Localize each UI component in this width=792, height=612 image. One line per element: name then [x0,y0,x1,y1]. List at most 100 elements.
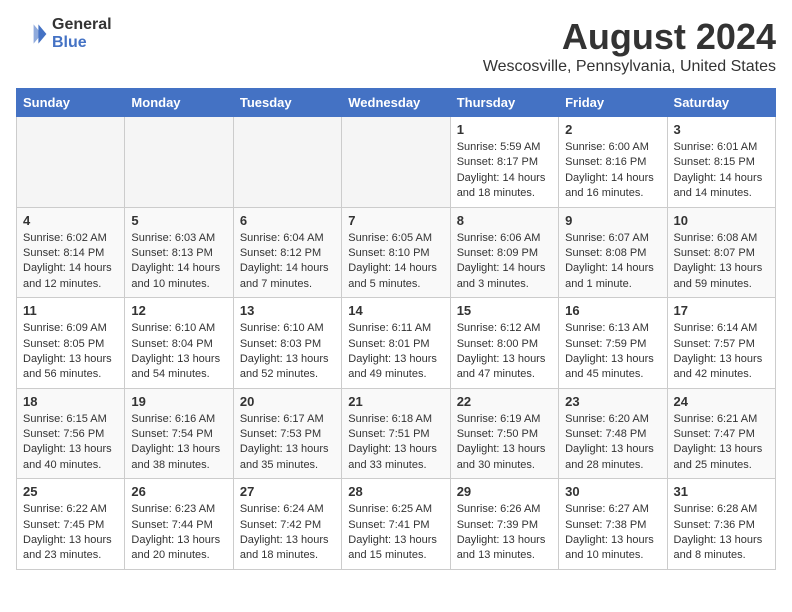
weekday-header-tuesday: Tuesday [233,89,341,117]
day-number: 17 [674,303,769,318]
calendar-cell: 10Sunrise: 6:08 AMSunset: 8:07 PMDayligh… [667,207,775,298]
day-number: 19 [131,394,226,409]
cell-info: Sunrise: 6:22 AMSunset: 7:45 PMDaylight:… [23,502,118,564]
logo-blue: Blue [52,34,112,52]
calendar-cell: 26 Sunrise: 6:23 AMSunset: 7:44 PMDayligh… [125,479,233,570]
day-number: 2 [565,122,660,137]
day-number: 3 [674,122,769,137]
cell-info: Sunrise: 6:17 AMSunset: 7:53 PMDaylight:… [240,412,335,474]
day-number: 8 [457,213,552,228]
calendar-cell: 5 Sunrise: 6:03 AMSunset: 8:13 PMDaylight… [125,207,233,298]
day-number: 23 [565,394,660,409]
calendar-week-row: 1 Sunrise: 5:59 AMSunset: 8:17 PMDaylight… [17,117,776,208]
cell-info: Sunrise: 6:11 AMSunset: 8:01 PMDaylight:… [348,321,443,383]
day-number: 28 [348,484,443,499]
logo: General Blue [16,16,112,51]
calendar-cell: 11 Sunrise: 6:09 AMSunset: 8:05 PMDayligh… [17,298,125,389]
logo-general: General [52,16,112,34]
calendar-week-row: 11 Sunrise: 6:09 AMSunset: 8:05 PMDayligh… [17,298,776,389]
calendar-cell: 31Sunrise: 6:28 AMSunset: 7:36 PMDayligh… [667,479,775,570]
cell-info: Sunrise: 6:24 AMSunset: 7:42 PMDaylight:… [240,502,335,564]
day-number: 22 [457,394,552,409]
cell-info: Sunrise: 6:23 AMSunset: 7:44 PMDaylight:… [131,502,226,564]
calendar-cell [342,117,450,208]
calendar-cell: 28 Sunrise: 6:25 AMSunset: 7:41 PMDayligh… [342,479,450,570]
cell-info: Sunrise: 6:20 AMSunset: 7:48 PMDaylight:… [565,412,660,474]
day-number: 14 [348,303,443,318]
day-number: 25 [23,484,118,499]
calendar-cell: 22 Sunrise: 6:19 AMSunset: 7:50 PMDayligh… [450,388,558,479]
calendar-cell: 4Sunrise: 6:02 AMSunset: 8:14 PMDaylight… [17,207,125,298]
cell-info: Sunrise: 6:14 AMSunset: 7:57 PMDaylight:… [674,321,769,383]
day-number: 30 [565,484,660,499]
cell-info: Sunrise: 5:59 AMSunset: 8:17 PMDaylight:… [457,140,552,202]
calendar-cell: 24 Sunrise: 6:21 AMSunset: 7:47 PMDayligh… [667,388,775,479]
page-header: General Blue August 2024 Wescosville, Pe… [16,16,776,76]
day-number: 29 [457,484,552,499]
calendar-cell: 17 Sunrise: 6:14 AMSunset: 7:57 PMDayligh… [667,298,775,389]
weekday-header-sunday: Sunday [17,89,125,117]
day-number: 24 [674,394,769,409]
cell-info: Sunrise: 6:25 AMSunset: 7:41 PMDaylight:… [348,502,443,564]
cell-info: Sunrise: 6:07 AMSunset: 8:08 PMDaylight:… [565,231,660,293]
cell-info: Sunrise: 6:10 AMSunset: 8:04 PMDaylight:… [131,321,226,383]
calendar-cell: 9Sunrise: 6:07 AMSunset: 8:08 PMDaylight… [559,207,667,298]
cell-info: Sunrise: 6:02 AMSunset: 8:14 PMDaylight:… [23,231,118,293]
day-number: 18 [23,394,118,409]
cell-info: Sunrise: 6:08 AMSunset: 8:07 PMDaylight:… [674,231,769,293]
cell-info: Sunrise: 6:05 AMSunset: 8:10 PMDaylight:… [348,231,443,293]
calendar-cell: 27Sunrise: 6:24 AMSunset: 7:42 PMDayligh… [233,479,341,570]
weekday-header-friday: Friday [559,89,667,117]
calendar-cell: 25 Sunrise: 6:22 AMSunset: 7:45 PMDayligh… [17,479,125,570]
calendar-week-row: 4Sunrise: 6:02 AMSunset: 8:14 PMDaylight… [17,207,776,298]
cell-info: Sunrise: 6:06 AMSunset: 8:09 PMDaylight:… [457,231,552,293]
day-number: 26 [131,484,226,499]
location-subtitle: Wescosville, Pennsylvania, United States [483,58,776,76]
day-number: 12 [131,303,226,318]
day-number: 15 [457,303,552,318]
cell-info: Sunrise: 6:12 AMSunset: 8:00 PMDaylight:… [457,321,552,383]
calendar-cell: 29Sunrise: 6:26 AMSunset: 7:39 PMDayligh… [450,479,558,570]
calendar-cell: 14 Sunrise: 6:11 AMSunset: 8:01 PMDayligh… [342,298,450,389]
day-number: 20 [240,394,335,409]
calendar-cell: 23 Sunrise: 6:20 AMSunset: 7:48 PMDayligh… [559,388,667,479]
day-number: 11 [23,303,118,318]
weekday-header-thursday: Thursday [450,89,558,117]
day-number: 13 [240,303,335,318]
cell-info: Sunrise: 6:21 AMSunset: 7:47 PMDaylight:… [674,412,769,474]
weekday-header-saturday: Saturday [667,89,775,117]
logo-icon [16,18,48,50]
cell-info: Sunrise: 6:10 AMSunset: 8:03 PMDaylight:… [240,321,335,383]
cell-info: Sunrise: 6:16 AMSunset: 7:54 PMDaylight:… [131,412,226,474]
calendar-cell: 7Sunrise: 6:05 AMSunset: 8:10 PMDaylight… [342,207,450,298]
calendar-cell: 1 Sunrise: 5:59 AMSunset: 8:17 PMDaylight… [450,117,558,208]
calendar-table: SundayMondayTuesdayWednesdayThursdayFrid… [16,88,776,570]
weekday-header-row: SundayMondayTuesdayWednesdayThursdayFrid… [17,89,776,117]
cell-info: Sunrise: 6:00 AMSunset: 8:16 PMDaylight:… [565,140,660,202]
month-year-title: August 2024 [483,16,776,58]
cell-info: Sunrise: 6:03 AMSunset: 8:13 PMDaylight:… [131,231,226,293]
cell-info: Sunrise: 6:04 AMSunset: 8:12 PMDaylight:… [240,231,335,293]
calendar-cell: 3 Sunrise: 6:01 AMSunset: 8:15 PMDaylight… [667,117,775,208]
calendar-week-row: 18 Sunrise: 6:15 AMSunset: 7:56 PMDayligh… [17,388,776,479]
day-number: 6 [240,213,335,228]
calendar-cell: 19 Sunrise: 6:16 AMSunset: 7:54 PMDayligh… [125,388,233,479]
calendar-cell [125,117,233,208]
cell-info: Sunrise: 6:15 AMSunset: 7:56 PMDaylight:… [23,412,118,474]
calendar-cell: 30Sunrise: 6:27 AMSunset: 7:38 PMDayligh… [559,479,667,570]
cell-info: Sunrise: 6:18 AMSunset: 7:51 PMDaylight:… [348,412,443,474]
cell-info: Sunrise: 6:13 AMSunset: 7:59 PMDaylight:… [565,321,660,383]
calendar-week-row: 25 Sunrise: 6:22 AMSunset: 7:45 PMDayligh… [17,479,776,570]
calendar-cell: 20 Sunrise: 6:17 AMSunset: 7:53 PMDayligh… [233,388,341,479]
day-number: 5 [131,213,226,228]
cell-info: Sunrise: 6:19 AMSunset: 7:50 PMDaylight:… [457,412,552,474]
weekday-header-wednesday: Wednesday [342,89,450,117]
weekday-header-monday: Monday [125,89,233,117]
calendar-cell: 15 Sunrise: 6:12 AMSunset: 8:00 PMDayligh… [450,298,558,389]
cell-info: Sunrise: 6:09 AMSunset: 8:05 PMDaylight:… [23,321,118,383]
calendar-cell: 18 Sunrise: 6:15 AMSunset: 7:56 PMDayligh… [17,388,125,479]
calendar-cell: 2 Sunrise: 6:00 AMSunset: 8:16 PMDaylight… [559,117,667,208]
cell-info: Sunrise: 6:01 AMSunset: 8:15 PMDaylight:… [674,140,769,202]
calendar-cell: 12 Sunrise: 6:10 AMSunset: 8:04 PMDayligh… [125,298,233,389]
day-number: 1 [457,122,552,137]
